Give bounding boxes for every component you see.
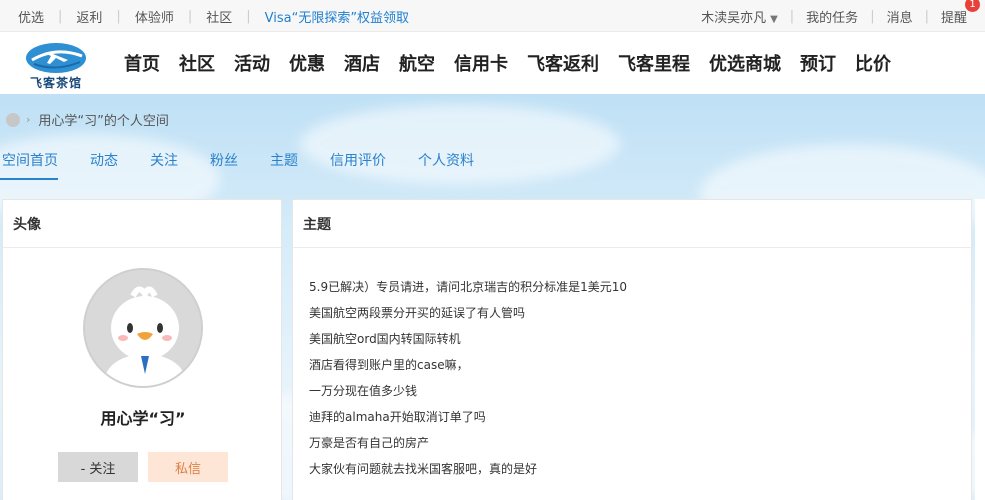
space-background: › 用心学“习”的个人空间 空间首页 动态 关注 粉丝 主题 信用评价 个人资料…: [0, 94, 985, 500]
logo-text: 飞客茶馆: [29, 76, 82, 90]
messages-link[interactable]: 消息: [887, 7, 913, 26]
nav-events[interactable]: 活动: [234, 50, 270, 76]
my-tasks-link[interactable]: 我的任务: [806, 7, 858, 26]
reminders-label: 提醒: [940, 10, 967, 26]
chevron-right-icon: ›: [26, 113, 31, 126]
top-link-tiyanshi[interactable]: 体验师: [133, 7, 176, 26]
nav-booking[interactable]: 预订: [800, 50, 836, 76]
nav-home[interactable]: 首页: [124, 50, 160, 76]
divider: |: [924, 8, 929, 24]
nav-deals[interactable]: 优惠: [289, 50, 325, 76]
nav-hotels[interactable]: 酒店: [344, 50, 380, 76]
topic-link[interactable]: 美国航空ord国内转国际转机: [309, 326, 949, 352]
tab-fans[interactable]: 粉丝: [208, 150, 238, 178]
side-panel-edge: [975, 199, 985, 500]
breadcrumb: › 用心学“习”的个人空间: [6, 110, 169, 129]
divider: |: [246, 8, 251, 24]
topic-link[interactable]: 迪拜的almaha开始取消订单了吗: [309, 404, 949, 430]
divider: |: [116, 8, 121, 24]
divider: |: [187, 8, 193, 24]
user-menu[interactable]: 木渎吴亦凡 ▼: [701, 7, 778, 26]
caret-down-icon: ▼: [770, 13, 778, 25]
topics-panel-heading: 主题: [293, 200, 971, 248]
top-link-shequ[interactable]: 社区: [204, 7, 234, 26]
nav-credit-cards[interactable]: 信用卡: [454, 50, 508, 76]
tab-credit-rating[interactable]: 信用评价: [328, 150, 386, 178]
topic-list: 5.9已解决）专员请进，请问北京瑞吉的积分标准是1美元10 美国航空两段票分开买…: [309, 274, 949, 482]
nav-community[interactable]: 社区: [179, 50, 215, 76]
private-message-button[interactable]: 私信: [148, 452, 228, 482]
top-utility-bar: 优选 | 返利 | 体验师 | 社区 | Visa“无限探索”权益领取 木渎吴亦…: [0, 0, 985, 32]
avatar[interactable]: [83, 268, 203, 388]
plane-logo-icon: [26, 43, 86, 73]
duck-avatar-icon: [85, 270, 201, 386]
topic-link[interactable]: 美国航空两段票分开买的延误了有人管吗: [309, 300, 949, 326]
breadcrumb-current: 用心学“习”的个人空间: [38, 114, 169, 129]
nav-cashback[interactable]: 飞客返利: [527, 50, 599, 76]
tab-topics[interactable]: 主题: [268, 150, 298, 178]
topic-link[interactable]: 万豪是否有自己的房产: [309, 430, 949, 456]
reminder-count-badge: 1: [965, 0, 980, 12]
profile-panel: 头像 用心学“习” - 关注 私信: [2, 199, 282, 500]
divider: |: [58, 8, 63, 24]
top-right-links: 木渎吴亦凡 ▼ | 我的任务 | 消息 | 提醒 1: [701, 0, 980, 32]
tab-activity[interactable]: 动态: [88, 150, 118, 178]
top-link-youxuan[interactable]: 优选: [16, 7, 46, 26]
tab-space-home[interactable]: 空间首页: [0, 150, 58, 180]
nav-compare[interactable]: 比价: [855, 50, 891, 76]
space-tabs: 空间首页 动态 关注 粉丝 主题 信用评价 个人资料: [0, 150, 504, 180]
tab-profile[interactable]: 个人资料: [416, 150, 474, 178]
topics-panel: 主题 5.9已解决）专员请进，请问北京瑞吉的积分标准是1美元10 美国航空两段票…: [292, 199, 972, 500]
main-header: 飞客茶馆 首页 社区 活动 优惠 酒店 航空 信用卡 飞客返利 飞客里程 优选商…: [0, 32, 985, 94]
profile-panel-heading: 头像: [3, 200, 281, 248]
nav-mall[interactable]: 优选商城: [709, 50, 781, 76]
divider: |: [870, 8, 875, 24]
nav-miles[interactable]: 飞客里程: [618, 50, 690, 76]
profile-username: 用心学“习”: [100, 409, 186, 428]
nav-airlines[interactable]: 航空: [399, 50, 435, 76]
divider: |: [789, 8, 795, 24]
username: 木渎吴亦凡: [701, 10, 767, 26]
site-logo[interactable]: 飞客茶馆: [20, 38, 92, 90]
reminders-link[interactable]: 提醒 1: [940, 0, 980, 26]
top-link-fanli[interactable]: 返利: [74, 7, 104, 26]
main-nav: 首页 社区 活动 优惠 酒店 航空 信用卡 飞客返利 飞客里程 优选商城 预订 …: [124, 32, 910, 94]
tab-following[interactable]: 关注: [148, 150, 178, 178]
topic-link[interactable]: 一万分现在值多少钱: [309, 378, 949, 404]
top-left-links: 优选 | 返利 | 体验师 | 社区 | Visa“无限探索”权益领取: [16, 0, 411, 32]
topic-link[interactable]: 5.9已解决）专员请进，请问北京瑞吉的积分标准是1美元10: [309, 274, 949, 300]
topic-link[interactable]: 酒店看得到账户里的case嘛，: [309, 352, 949, 378]
follow-button[interactable]: - 关注: [58, 452, 138, 482]
top-link-visa-promo[interactable]: Visa“无限探索”权益领取: [263, 7, 411, 26]
topic-link[interactable]: 大家伙有问题就去找米国客服吧，真的是好: [309, 456, 949, 482]
home-icon[interactable]: [6, 112, 20, 127]
